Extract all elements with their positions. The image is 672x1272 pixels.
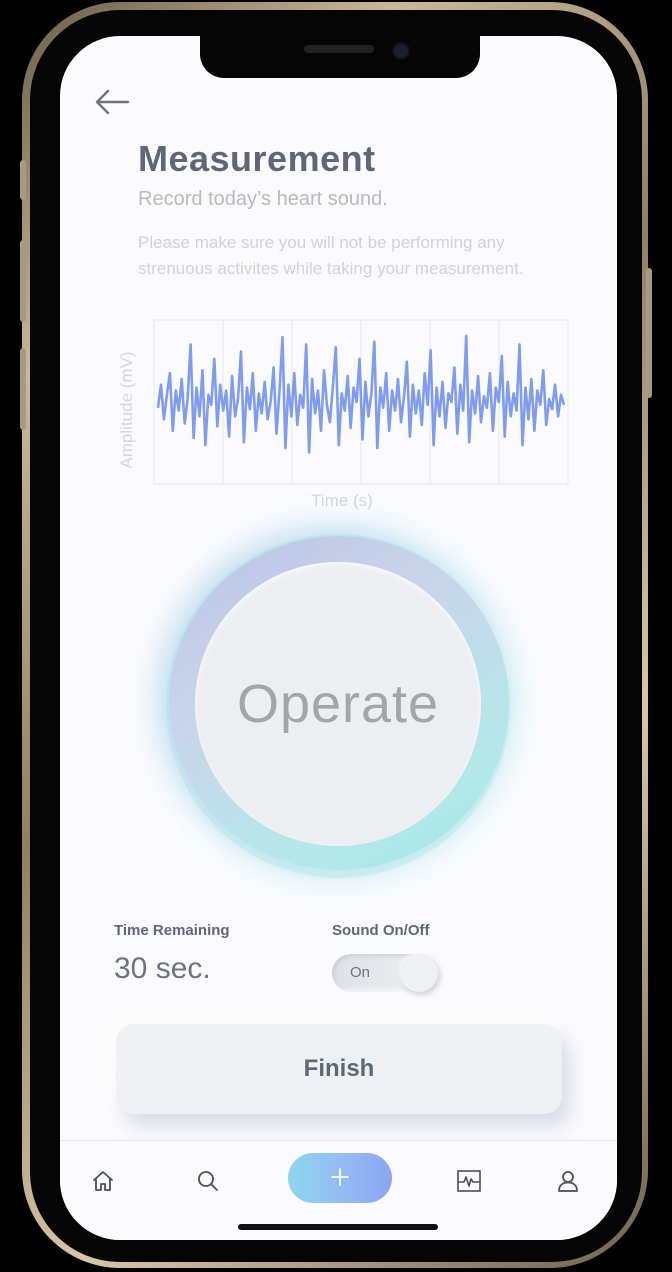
heart-monitor-icon bbox=[456, 1168, 482, 1198]
y-axis-label: Amplitude (mV) bbox=[117, 351, 136, 468]
tab-add-button[interactable] bbox=[288, 1153, 392, 1203]
volume-down-button bbox=[20, 348, 26, 430]
power-button bbox=[646, 268, 652, 398]
tab-activity[interactable] bbox=[449, 1163, 489, 1203]
tab-home[interactable] bbox=[83, 1163, 123, 1203]
heart-sound-chart: Amplitude (mV) Time (s) bbox=[110, 318, 570, 514]
page-title: Measurement bbox=[138, 138, 376, 179]
user-icon bbox=[555, 1168, 581, 1198]
mute-switch bbox=[20, 160, 26, 200]
tab-profile[interactable] bbox=[548, 1163, 588, 1203]
instruction-note: Please make sure you will not be perform… bbox=[138, 233, 524, 278]
tab-search[interactable] bbox=[188, 1163, 228, 1203]
plus-icon bbox=[329, 1166, 351, 1191]
operate-button[interactable]: Operate bbox=[195, 562, 481, 846]
notch bbox=[200, 36, 480, 78]
time-remaining-value: 30 sec. bbox=[114, 952, 211, 985]
screen: Measurement Record today’s heart sound. … bbox=[60, 36, 617, 1240]
volume-up-button bbox=[20, 240, 26, 322]
home-icon bbox=[90, 1168, 116, 1198]
finish-button[interactable]: Finish bbox=[116, 1024, 562, 1114]
speaker-grille bbox=[304, 45, 374, 53]
page-subtitle: Record today’s heart sound. bbox=[138, 188, 388, 210]
back-button[interactable] bbox=[92, 82, 132, 122]
arrow-left-icon bbox=[92, 89, 132, 126]
front-camera bbox=[392, 42, 410, 60]
waveform-chart-svg: Amplitude (mV) Time (s) bbox=[117, 319, 569, 510]
search-icon bbox=[195, 1168, 221, 1198]
x-axis-label: Time (s) bbox=[311, 491, 373, 510]
home-indicator bbox=[238, 1224, 438, 1230]
sound-toggle-label: Sound On/Off bbox=[332, 922, 430, 939]
toggle-knob[interactable] bbox=[400, 954, 438, 992]
sound-toggle-state: On bbox=[350, 964, 371, 981]
time-remaining-label: Time Remaining bbox=[114, 922, 230, 939]
sound-toggle[interactable]: On bbox=[332, 954, 438, 992]
